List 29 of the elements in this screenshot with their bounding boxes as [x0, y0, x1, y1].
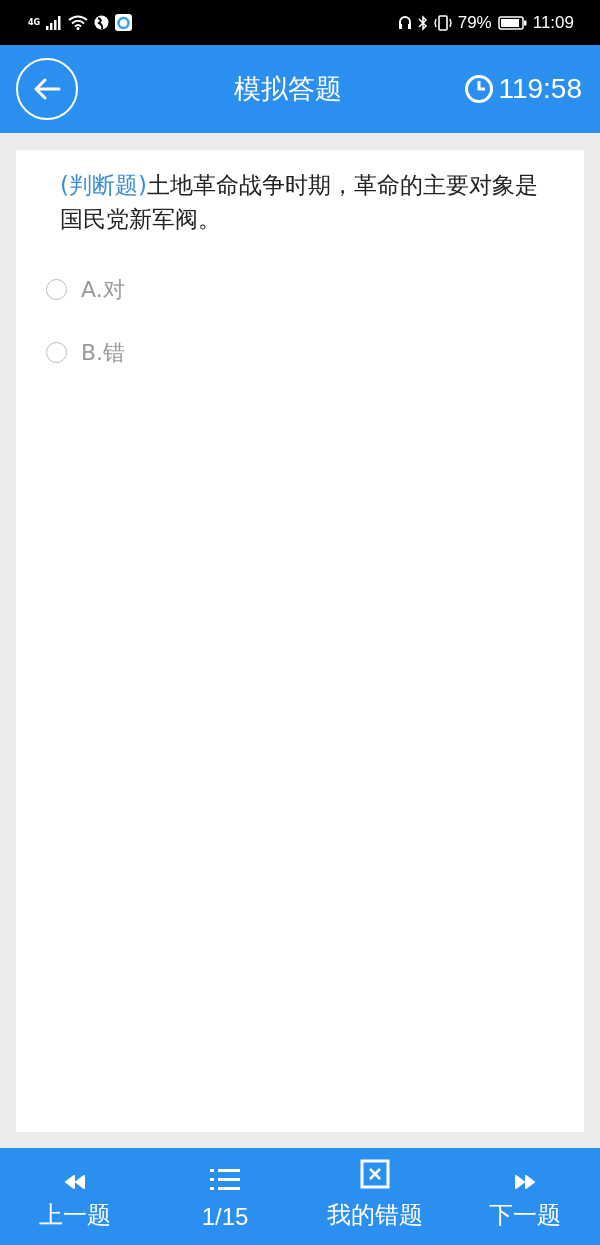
- page-title: 模拟答题: [234, 72, 343, 106]
- clock-time: 11:09: [532, 12, 574, 33]
- option-label: A.对: [81, 275, 125, 304]
- back-button[interactable]: [16, 58, 78, 120]
- wifi-icon: [68, 15, 89, 30]
- nav-button[interactable]: 下一题: [450, 1148, 600, 1245]
- option-label: B.错: [81, 338, 126, 367]
- clock-icon: [464, 74, 495, 104]
- battery-icon: [497, 15, 527, 30]
- question-text: (判断题)土地革命战争时期，革命的主要对象是国民党新军阀。: [60, 171, 539, 234]
- back-arrow-icon: [32, 77, 62, 101]
- vibrate-icon: [433, 14, 452, 31]
- network-type: 4G: [28, 18, 41, 27]
- answer-option[interactable]: A.对: [46, 258, 125, 321]
- fast-forward-icon: [514, 1175, 536, 1189]
- answer-option[interactable]: B.错: [46, 321, 126, 384]
- x-box-icon: [360, 1159, 390, 1189]
- nav-button[interactable]: 上一题: [0, 1148, 150, 1245]
- signal-icon: [46, 15, 63, 30]
- nav-button[interactable]: 1/15: [150, 1148, 300, 1245]
- headphones-icon: [397, 15, 412, 30]
- rewind-icon: [64, 1175, 86, 1189]
- list-icon: [209, 1167, 241, 1193]
- nav-button[interactable]: 我的错题: [300, 1148, 450, 1245]
- countdown-timer: 119:58: [498, 73, 582, 105]
- bluetooth-icon: [417, 14, 428, 31]
- globe-icon: [94, 15, 110, 30]
- app-icon: [115, 14, 133, 31]
- battery-percent: 79%: [457, 12, 492, 33]
